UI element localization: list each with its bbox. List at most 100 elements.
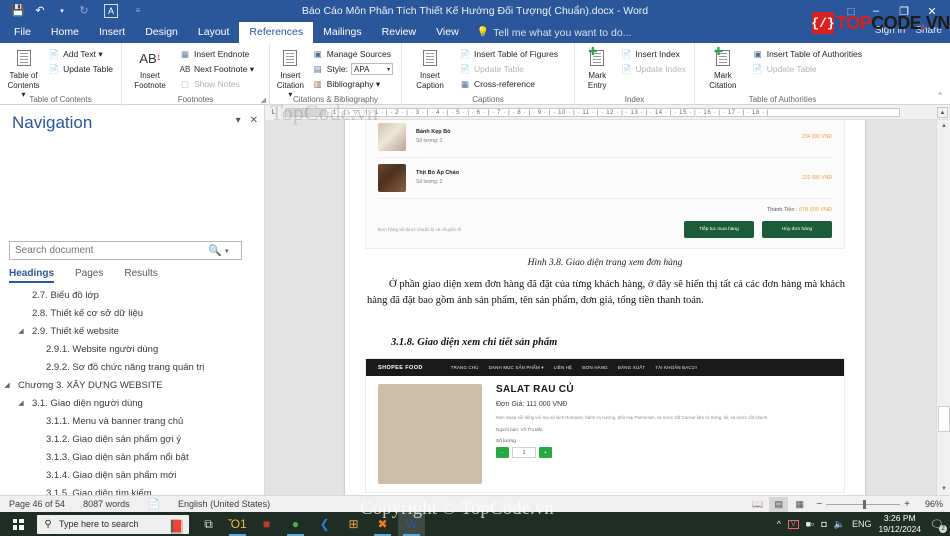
word-count[interactable]: 8087 words <box>74 499 139 509</box>
windows-logo-icon <box>12 518 24 530</box>
mark-citation-button[interactable]: ✚ Mark Citation <box>700 45 746 90</box>
nav-heading-label: 3.1. Giao diện người dùng <box>32 398 143 409</box>
insert-citation-button[interactable]: Insert Citation ▾ <box>275 45 306 99</box>
nav-heading-item[interactable]: 2.9.1. Website người dùng <box>0 341 264 359</box>
citation-caption-line1: Insert <box>280 71 301 80</box>
update-table-toc-button[interactable]: 📄 Update Table <box>45 62 116 76</box>
notifications-icon[interactable]: 🗨 2 <box>928 518 947 533</box>
tab-view[interactable]: View <box>426 22 469 43</box>
nav-tab-results[interactable]: Results <box>124 268 157 283</box>
nav-heading-item[interactable]: ◢ 2.9. Thiết kế website <box>0 323 264 341</box>
taskbar-search-box[interactable]: ⚲ Type here to search 📕 <box>37 514 189 534</box>
cross-reference-button[interactable]: ▦ Cross-reference <box>456 77 561 91</box>
ruler-left-margin <box>285 108 327 117</box>
bibliography-button[interactable]: ▥ Bibliography ▾ <box>309 77 396 91</box>
insert-index-button[interactable]: 📄 Insert Index <box>617 47 689 61</box>
document-page[interactable]: Bánh Kẹp Bò Số lượng: 1 234 000 VNĐ Thịt… <box>345 120 865 495</box>
zoom-in-button[interactable]: + <box>904 499 910 510</box>
page-indicator[interactable]: Page 46 of 54 <box>0 499 74 509</box>
nav-heading-item[interactable]: ◢ 3.1. Giao diện người dùng <box>0 395 264 413</box>
tab-insert[interactable]: Insert <box>89 22 135 43</box>
add-text-button[interactable]: 📄 Add Text ▾ <box>45 47 116 61</box>
visual-studio-code-icon[interactable]: ❮ <box>311 512 338 536</box>
language-indicator[interactable]: English (United States) <box>169 499 279 509</box>
collapse-ribbon-icon[interactable]: ⌃ <box>936 91 944 102</box>
topcode-logo-wordmark: TOPCODE.VN <box>836 12 950 34</box>
nav-heading-item[interactable]: 3.1.2. Giao diện sản phẩm gợi ý <box>0 431 264 449</box>
zoom-track[interactable] <box>826 499 901 509</box>
tab-home[interactable]: Home <box>41 22 89 43</box>
nav-heading-item[interactable]: ◢ Chương 3. XÂY DỰNG WEBSITE <box>0 377 264 395</box>
tab-layout[interactable]: Layout <box>188 22 240 43</box>
insert-footnote-button[interactable]: AB 1 Insert Footnote <box>127 45 173 91</box>
windows-store-icon[interactable]: ⊞ <box>340 512 367 536</box>
zoom-slider[interactable]: − + <box>811 499 915 510</box>
scroll-down-icon[interactable]: ▼ <box>938 483 950 495</box>
nav-heading-item[interactable]: 2.9.2. Sơ đồ chức năng trang quản trị <box>0 359 264 377</box>
battery-icon[interactable]: ■▫ <box>806 519 815 529</box>
nav-heading-item[interactable]: 2.8. Thiết kế cơ sở dữ liệu <box>0 305 264 323</box>
nav-heading-item[interactable]: 3.1.3. Giao diện sản phẩm nổi bật <box>0 449 264 467</box>
nav-heading-item[interactable]: 2.7. Biểu đồ lớp <box>0 287 264 305</box>
taskbar-clock[interactable]: 3:26 PM 19/12/2024 <box>878 513 921 535</box>
wifi-icon[interactable]: ◘ <box>821 519 826 529</box>
search-options-chevron-icon[interactable]: ▾ <box>225 247 232 255</box>
twisty-icon[interactable]: ◢ <box>14 323 28 341</box>
mark-entry-button[interactable]: ✚ Mark Entry <box>580 45 614 90</box>
document-canvas[interactable]: Bánh Kẹp Bò Số lượng: 1 234 000 VNĐ Thịt… <box>265 120 950 495</box>
tab-mailings[interactable]: Mailings <box>313 22 372 43</box>
tab-design[interactable]: Design <box>135 22 188 43</box>
word-icon[interactable]: W <box>398 512 425 536</box>
proofing-errors-icon[interactable]: 📄 <box>139 499 169 510</box>
media-app-icon[interactable]: ■ <box>253 512 280 536</box>
scrollbar-thumb[interactable] <box>938 406 950 432</box>
start-button[interactable] <box>0 512 36 536</box>
citation-style-select[interactable]: APA ▾ <box>351 63 393 75</box>
task-view-icon[interactable]: ⧉ <box>195 512 222 536</box>
zoom-out-button[interactable]: − <box>816 499 822 510</box>
manage-sources-button[interactable]: ▣ Manage Sources <box>309 47 396 61</box>
zoom-knob[interactable] <box>863 499 867 509</box>
language-indicator[interactable]: ENG <box>852 519 872 529</box>
zoom-level[interactable]: 96% <box>917 499 943 509</box>
product-thumbnail <box>378 123 406 151</box>
search-icon: ⚲ <box>44 518 52 530</box>
read-mode-button[interactable]: 📖 <box>748 497 767 512</box>
search-input[interactable] <box>10 242 205 259</box>
chrome-icon[interactable]: ● <box>282 512 309 536</box>
insert-table-of-figures-button[interactable]: 📄 Insert Table of Figures <box>456 47 561 61</box>
mark-citation-line2: Citation <box>709 81 737 90</box>
insert-caption-button[interactable]: Insert Caption <box>407 45 453 90</box>
twisty-icon[interactable]: ◢ <box>0 377 14 395</box>
unikey-icon[interactable]: V <box>788 519 799 529</box>
insert-endnote-button[interactable]: ▦ Insert Endnote <box>176 47 257 61</box>
twisty-icon[interactable]: ◢ <box>14 395 28 413</box>
tell-me-box[interactable]: 💡 Tell me what you want to do... <box>469 22 632 43</box>
table-of-contents-button[interactable]: Table of Contents ▾ <box>5 45 42 99</box>
navigation-pane-options-icon[interactable]: ▾ <box>236 115 241 126</box>
horizontal-ruler[interactable]: · 1 · | · ▽ · | · 1 · | · 2 · | · 3 · | … <box>265 105 950 120</box>
nav-heading-item[interactable]: 3.1.1. Menu và banner trang chủ <box>0 413 264 431</box>
nav-tab-headings[interactable]: Headings <box>9 268 55 283</box>
search-icon[interactable]: 🔍 <box>205 244 225 257</box>
volume-icon[interactable]: 🔈 <box>834 519 845 530</box>
tab-stop-selector[interactable]: L <box>266 105 282 120</box>
tab-references[interactable]: References <box>239 22 314 43</box>
nav-heading-item[interactable]: 3.1.4. Giao diện sản phẩm mới <box>0 467 264 485</box>
insert-table-of-authorities-button[interactable]: ▣ Insert Table of Authorities <box>749 47 865 61</box>
ruler-scroll-up-icon[interactable]: ▲ <box>937 107 948 118</box>
web-layout-button[interactable]: ▦ <box>790 497 809 512</box>
tab-review[interactable]: Review <box>372 22 426 43</box>
show-hidden-icons-icon[interactable]: ^ <box>777 519 781 529</box>
next-footnote-button[interactable]: AB Next Footnote ▾ <box>176 62 257 76</box>
navigation-pane-close-icon[interactable]: ✕ <box>250 115 258 126</box>
file-explorer-icon-glyph: Ὄ1 <box>228 517 247 531</box>
nav-tab-pages[interactable]: Pages <box>75 268 103 283</box>
navigation-search-box[interactable]: 🔍 ▾ <box>9 241 242 260</box>
vertical-scrollbar[interactable]: ▲ ▼ <box>936 120 950 495</box>
scroll-up-icon[interactable]: ▲ <box>938 120 950 132</box>
print-layout-button[interactable]: ▤ <box>769 496 789 512</box>
file-explorer-icon[interactable]: Ὄ1 <box>224 512 251 536</box>
tab-file[interactable]: File <box>4 22 41 43</box>
xampp-icon[interactable]: ✖ <box>369 512 396 536</box>
